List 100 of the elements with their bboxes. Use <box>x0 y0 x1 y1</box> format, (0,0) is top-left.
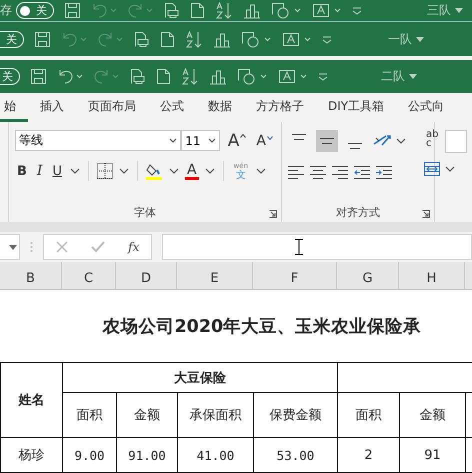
decrease-indent-icon[interactable] <box>354 166 370 180</box>
align-icon <box>320 138 334 144</box>
autosave-toggle[interactable]: 关 <box>0 30 24 48</box>
ribbon-tab[interactable]: 页面布局 <box>76 93 148 122</box>
save-icon[interactable] <box>30 68 47 85</box>
chevron-icon[interactable] <box>168 168 179 174</box>
account-name[interactable]: 三队 <box>427 2 451 19</box>
font-name-field[interactable]: 等线 <box>15 130 182 151</box>
chevron-icon[interactable] <box>70 168 80 174</box>
text-box-icon[interactable] <box>311 2 341 19</box>
bold-button[interactable]: B <box>15 164 29 178</box>
text-cursor-icon <box>295 239 303 255</box>
ribbon-tab[interactable]: 方方格子 <box>244 93 316 122</box>
undo-icon[interactable] <box>57 68 83 85</box>
sort-icon[interactable] <box>185 30 203 48</box>
cancel-icon[interactable] <box>56 241 68 253</box>
borders-icon[interactable] <box>96 163 113 179</box>
ribbon-tab[interactable]: DIY工具箱 <box>316 93 396 122</box>
print-preview-icon[interactable] <box>163 2 180 19</box>
chevron-icon[interactable] <box>445 166 455 172</box>
text-box-icon[interactable] <box>281 30 311 48</box>
table-cell: 姓名 <box>0 362 62 438</box>
table-cell: 金额 <box>116 392 178 438</box>
grow-font-button[interactable]: A <box>226 130 248 150</box>
account-name[interactable]: 二队 <box>381 68 405 85</box>
check-icon[interactable] <box>90 241 105 253</box>
shapes-icon[interactable] <box>241 30 271 48</box>
table-cell: 保费金额 <box>254 392 338 438</box>
align-icon <box>292 134 306 140</box>
column-header[interactable]: H <box>399 262 465 289</box>
caret-icon <box>240 134 246 138</box>
ribbon-tab[interactable]: 公式 <box>148 93 196 122</box>
grip-icon <box>30 241 33 253</box>
insert-function-button[interactable]: fx <box>128 240 140 254</box>
account-name[interactable]: 一队 <box>388 30 412 48</box>
autosave-toggle[interactable]: 关 <box>0 68 20 85</box>
font-size-field[interactable]: 11 <box>181 130 220 151</box>
ribbon-tab[interactable]: 插入 <box>28 93 76 122</box>
print-preview-icon[interactable] <box>133 30 150 48</box>
shrink-font-button[interactable]: A <box>254 132 275 148</box>
sort-icon[interactable] <box>181 68 199 85</box>
column-header[interactable]: F <box>253 262 337 289</box>
document-icon[interactable] <box>190 2 205 19</box>
print-preview-icon[interactable] <box>129 68 146 85</box>
horizontal-align-icon[interactable] <box>332 166 348 180</box>
name-box[interactable] <box>0 234 20 260</box>
fill-color-icon[interactable] <box>146 162 163 180</box>
save-icon[interactable] <box>64 2 81 19</box>
increase-indent-icon[interactable] <box>376 166 392 180</box>
table-cell: 9.00 <box>62 438 116 472</box>
chevron-icon[interactable] <box>204 168 215 174</box>
chevron-icon[interactable] <box>208 138 216 143</box>
ribbon-tab[interactable]: 公式向 <box>396 93 456 122</box>
horizontal-align-icon[interactable] <box>288 166 304 180</box>
dialog-launcher-icon[interactable] <box>422 210 430 218</box>
text-box-icon[interactable] <box>277 68 307 85</box>
vertical-align-button[interactable] <box>316 130 338 152</box>
merge-center-icon[interactable] <box>424 162 440 176</box>
caret-icon[interactable] <box>416 36 424 42</box>
column-header[interactable]: B <box>0 262 62 289</box>
column-header[interactable]: C <box>62 262 116 289</box>
wrap-text-button[interactable]: ab c <box>424 130 455 148</box>
table-cell: 面积 <box>62 392 116 438</box>
column-header[interactable]: G <box>337 262 399 289</box>
bar-chart-icon[interactable] <box>213 30 231 48</box>
table-cell: 大豆保险 <box>62 362 338 392</box>
dialog-launcher-icon[interactable] <box>269 210 277 218</box>
table-cell: 53.00 <box>254 438 338 472</box>
autosave-toggle[interactable]: 关 <box>16 2 54 19</box>
document-icon[interactable] <box>156 68 171 85</box>
table-cell: 91.00 <box>116 438 178 472</box>
table-cell: 承保面积 <box>178 392 254 438</box>
chevron-icon[interactable] <box>256 168 266 174</box>
document-icon[interactable] <box>160 30 175 48</box>
formula-input-field[interactable] <box>162 234 472 260</box>
caret-icon <box>267 136 273 140</box>
shapes-icon[interactable] <box>271 2 301 19</box>
group-label: 对齐方式 <box>336 206 380 219</box>
number-format-field[interactable] <box>445 130 467 153</box>
caret-icon[interactable] <box>409 74 417 79</box>
column-header[interactable]: D <box>116 262 177 289</box>
sheet-title: 农场公司2020年大豆、玉米农业保险承 <box>102 317 422 337</box>
italic-button[interactable]: I <box>34 163 44 179</box>
bar-chart-icon[interactable] <box>209 68 227 85</box>
chevron-icon[interactable] <box>118 168 129 174</box>
sort-icon[interactable] <box>215 2 233 19</box>
font-color-button[interactable]: A <box>184 162 199 180</box>
table-cell: 杨珍 <box>0 438 62 472</box>
align-icon <box>348 143 362 149</box>
horizontal-align-icon[interactable] <box>310 166 326 180</box>
underline-button[interactable]: U <box>50 164 64 178</box>
shapes-icon[interactable] <box>237 68 267 85</box>
ribbon-tab[interactable]: 数据 <box>196 93 244 122</box>
caret-icon[interactable] <box>455 8 463 13</box>
table-cell: 2 <box>338 438 400 472</box>
column-header[interactable]: E <box>177 262 253 289</box>
bar-chart-icon[interactable] <box>243 2 261 19</box>
save-icon[interactable] <box>34 30 51 48</box>
autosave-label: 存 <box>0 2 12 19</box>
chevron-icon[interactable] <box>169 138 178 143</box>
